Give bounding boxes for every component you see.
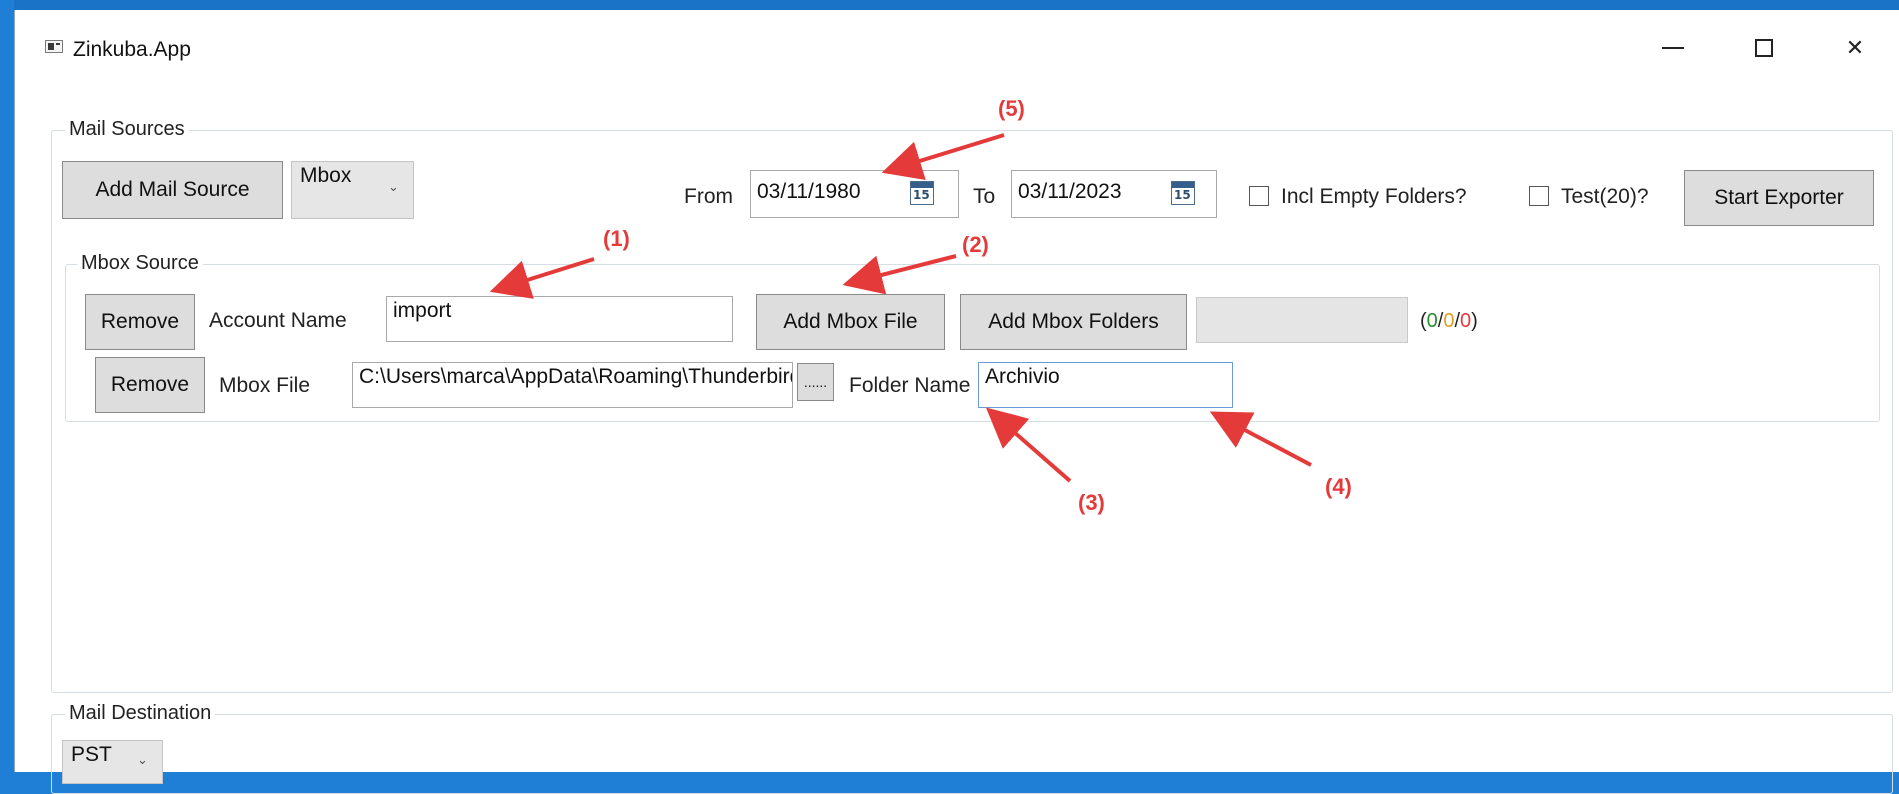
maximize-button[interactable]	[1732, 28, 1796, 68]
account-name-input[interactable]: import	[386, 296, 733, 342]
annotation-label-2: (2)	[962, 232, 989, 257]
annotation-label-3: (3)	[1078, 490, 1105, 515]
counts-display: (0/0/0)	[1420, 310, 1478, 333]
folder-name-input[interactable]: Archivio	[978, 362, 1233, 408]
to-calendar-day: 15	[1174, 188, 1191, 202]
mail-destination-label: Mail Destination	[65, 702, 216, 725]
source-type-select[interactable]: Mbox ⌄	[291, 161, 414, 219]
destination-type-value: PST	[71, 743, 112, 766]
app-window: Zinkuba.App ✕ Mail Sources Add Mail Sour…	[14, 10, 1899, 794]
remove-file-button[interactable]: Remove	[95, 357, 205, 413]
minimize-icon	[1662, 47, 1684, 49]
add-mail-source-button[interactable]: Add Mail Source	[62, 161, 283, 219]
counts-close: )	[1471, 310, 1478, 332]
destination-type-select[interactable]: PST ⌄	[62, 740, 163, 784]
close-icon: ✕	[1845, 35, 1865, 61]
app-icon	[45, 40, 63, 53]
from-calendar-day: 15	[913, 188, 930, 202]
mbox-file-value: C:\Users\marca\AppData\Roaming\Thunderbi…	[359, 365, 793, 388]
title-bar[interactable]: Zinkuba.App ✕	[15, 10, 1899, 68]
add-mbox-file-button[interactable]: Add Mbox File	[756, 294, 945, 350]
close-button[interactable]: ✕	[1823, 28, 1887, 68]
test-checkbox[interactable]	[1529, 186, 1549, 206]
source-type-value: Mbox	[300, 164, 352, 187]
mbox-file-label: Mbox File	[219, 374, 311, 397]
mail-destination-group	[51, 714, 1893, 794]
chevron-down-icon: ⌄	[388, 180, 399, 195]
account-name-label: Account Name	[209, 309, 347, 332]
mail-sources-label: Mail Sources	[65, 118, 189, 141]
from-label: From	[684, 185, 733, 208]
annotation-label-4: (4)	[1325, 474, 1352, 499]
incl-empty-folders-checkbox[interactable]	[1249, 186, 1269, 206]
from-calendar-icon[interactable]: 15	[910, 181, 934, 205]
desktop-background	[0, 0, 1899, 10]
folder-name-label: Folder Name	[849, 374, 971, 397]
count-c: 0	[1460, 310, 1472, 332]
test-label: Test(20)?	[1561, 185, 1649, 208]
from-date-value: 03/11/1980	[757, 180, 861, 203]
desktop-background-left	[0, 0, 14, 772]
mbox-file-input[interactable]: C:\Users\marca\AppData\Roaming\Thunderbi…	[352, 362, 793, 408]
to-date-value: 03/11/2023	[1018, 180, 1122, 203]
maximize-icon	[1755, 39, 1773, 57]
counts-open: (	[1420, 310, 1427, 332]
browse-button[interactable]: ......	[797, 363, 834, 401]
incl-empty-folders-label: Incl Empty Folders?	[1281, 185, 1467, 208]
count-b: 0	[1443, 310, 1455, 332]
count-a: 0	[1426, 310, 1438, 332]
add-mbox-folders-button[interactable]: Add Mbox Folders	[960, 294, 1187, 350]
to-label: To	[973, 185, 996, 208]
annotation-label-1: (1)	[603, 226, 630, 251]
progress-field	[1196, 297, 1408, 343]
window-title: Zinkuba.App	[73, 38, 191, 61]
mbox-source-label: Mbox Source	[77, 252, 203, 275]
account-name-value: import	[393, 299, 452, 322]
remove-account-button[interactable]: Remove	[85, 294, 195, 350]
minimize-button[interactable]	[1641, 28, 1705, 68]
annotation-label-5: (5)	[998, 96, 1025, 121]
folder-name-value: Archivio	[985, 365, 1060, 388]
start-exporter-button[interactable]: Start Exporter	[1684, 170, 1874, 226]
to-calendar-icon[interactable]: 15	[1171, 181, 1195, 205]
chevron-down-icon: ⌄	[137, 753, 148, 768]
